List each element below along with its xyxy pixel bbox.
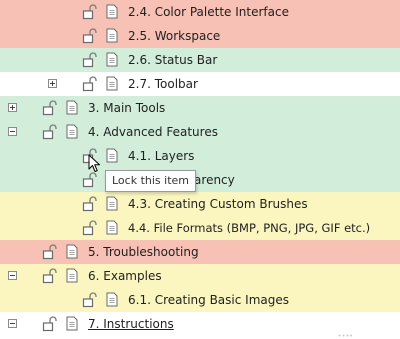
tree-row-label[interactable]: 4.1. Layers <box>128 148 194 164</box>
unlocked-padlock-icon[interactable] <box>82 28 100 44</box>
unlocked-padlock-icon[interactable] <box>82 220 100 236</box>
document-icon <box>106 292 118 307</box>
resize-grip-icon[interactable] <box>338 334 352 337</box>
document-icon <box>106 76 118 91</box>
tree-row[interactable]: 2.6. Status Bar <box>0 48 400 72</box>
unlocked-padlock-icon[interactable] <box>82 4 100 20</box>
document-icon <box>106 4 118 19</box>
tree-row-label[interactable]: 7. Instructions <box>88 316 174 332</box>
collapse-toggle[interactable] <box>8 127 17 136</box>
tree-row[interactable]: 4. Advanced Features <box>0 120 400 144</box>
tree-row[interactable]: 6. Examples <box>0 264 400 288</box>
unlocked-padlock-icon[interactable] <box>82 52 100 68</box>
document-icon <box>66 244 78 259</box>
document-icon <box>66 316 78 331</box>
tree-row-label[interactable]: 6.1. Creating Basic Images <box>128 292 289 308</box>
expand-toggle[interactable] <box>8 103 17 112</box>
tree-row[interactable]: 2.5. Workspace <box>0 24 400 48</box>
document-icon <box>106 220 118 235</box>
unlocked-padlock-icon[interactable] <box>82 172 100 188</box>
lock-tooltip: Lock this item <box>105 170 196 192</box>
document-icon <box>106 28 118 43</box>
document-icon <box>106 148 118 163</box>
collapse-toggle[interactable] <box>8 271 17 280</box>
unlocked-padlock-icon[interactable] <box>82 76 100 92</box>
collapse-toggle[interactable] <box>8 319 17 328</box>
tree-row-label[interactable]: 4.4. File Formats (BMP, PNG, JPG, GIF et… <box>128 220 370 236</box>
tree-row[interactable]: 4.3. Creating Custom Brushes <box>0 192 400 216</box>
tree-row[interactable]: 4.1. Layers <box>0 144 400 168</box>
unlocked-padlock-icon[interactable] <box>82 292 100 308</box>
unlocked-padlock-icon[interactable] <box>42 316 60 332</box>
unlocked-padlock-icon[interactable] <box>42 244 60 260</box>
tree-row-label[interactable]: 4.3. Creating Custom Brushes <box>128 196 308 212</box>
unlocked-padlock-icon[interactable] <box>42 268 60 284</box>
tree-row[interactable]: 4.4. File Formats (BMP, PNG, JPG, GIF et… <box>0 216 400 240</box>
tree-row-label[interactable]: 4. Advanced Features <box>88 124 218 140</box>
tree-row-label[interactable]: 5. Troubleshooting <box>88 244 199 260</box>
tree-row[interactable]: 5. Troubleshooting <box>0 240 400 264</box>
tree-row[interactable]: 2.7. Toolbar <box>0 72 400 96</box>
tree-row[interactable]: 6.1. Creating Basic Images <box>0 288 400 312</box>
unlocked-padlock-icon[interactable] <box>42 124 60 140</box>
tree-row-label[interactable]: 2.6. Status Bar <box>128 52 217 68</box>
unlocked-padlock-icon[interactable] <box>42 100 60 116</box>
tree-row-label[interactable]: 3. Main Tools <box>88 100 165 116</box>
tree-row[interactable]: 7. Instructions <box>0 312 400 336</box>
tree-row[interactable]: 2.4. Color Palette Interface <box>0 0 400 24</box>
document-icon <box>106 196 118 211</box>
tree-row-label[interactable]: 2.4. Color Palette Interface <box>128 4 289 20</box>
mouse-pointer-icon <box>88 154 100 172</box>
unlocked-padlock-icon[interactable] <box>82 196 100 212</box>
document-icon <box>106 52 118 67</box>
document-icon <box>66 100 78 115</box>
expand-toggle[interactable] <box>48 79 57 88</box>
tree-row[interactable]: 3. Main Tools <box>0 96 400 120</box>
document-icon <box>66 268 78 283</box>
tree-row[interactable]: 4.2. Transparency <box>0 168 400 192</box>
tree-row-label[interactable]: 2.5. Workspace <box>128 28 220 44</box>
document-icon <box>66 124 78 139</box>
tree-row-label[interactable]: 2.7. Toolbar <box>128 76 198 92</box>
tree-row-label[interactable]: 6. Examples <box>88 268 162 284</box>
